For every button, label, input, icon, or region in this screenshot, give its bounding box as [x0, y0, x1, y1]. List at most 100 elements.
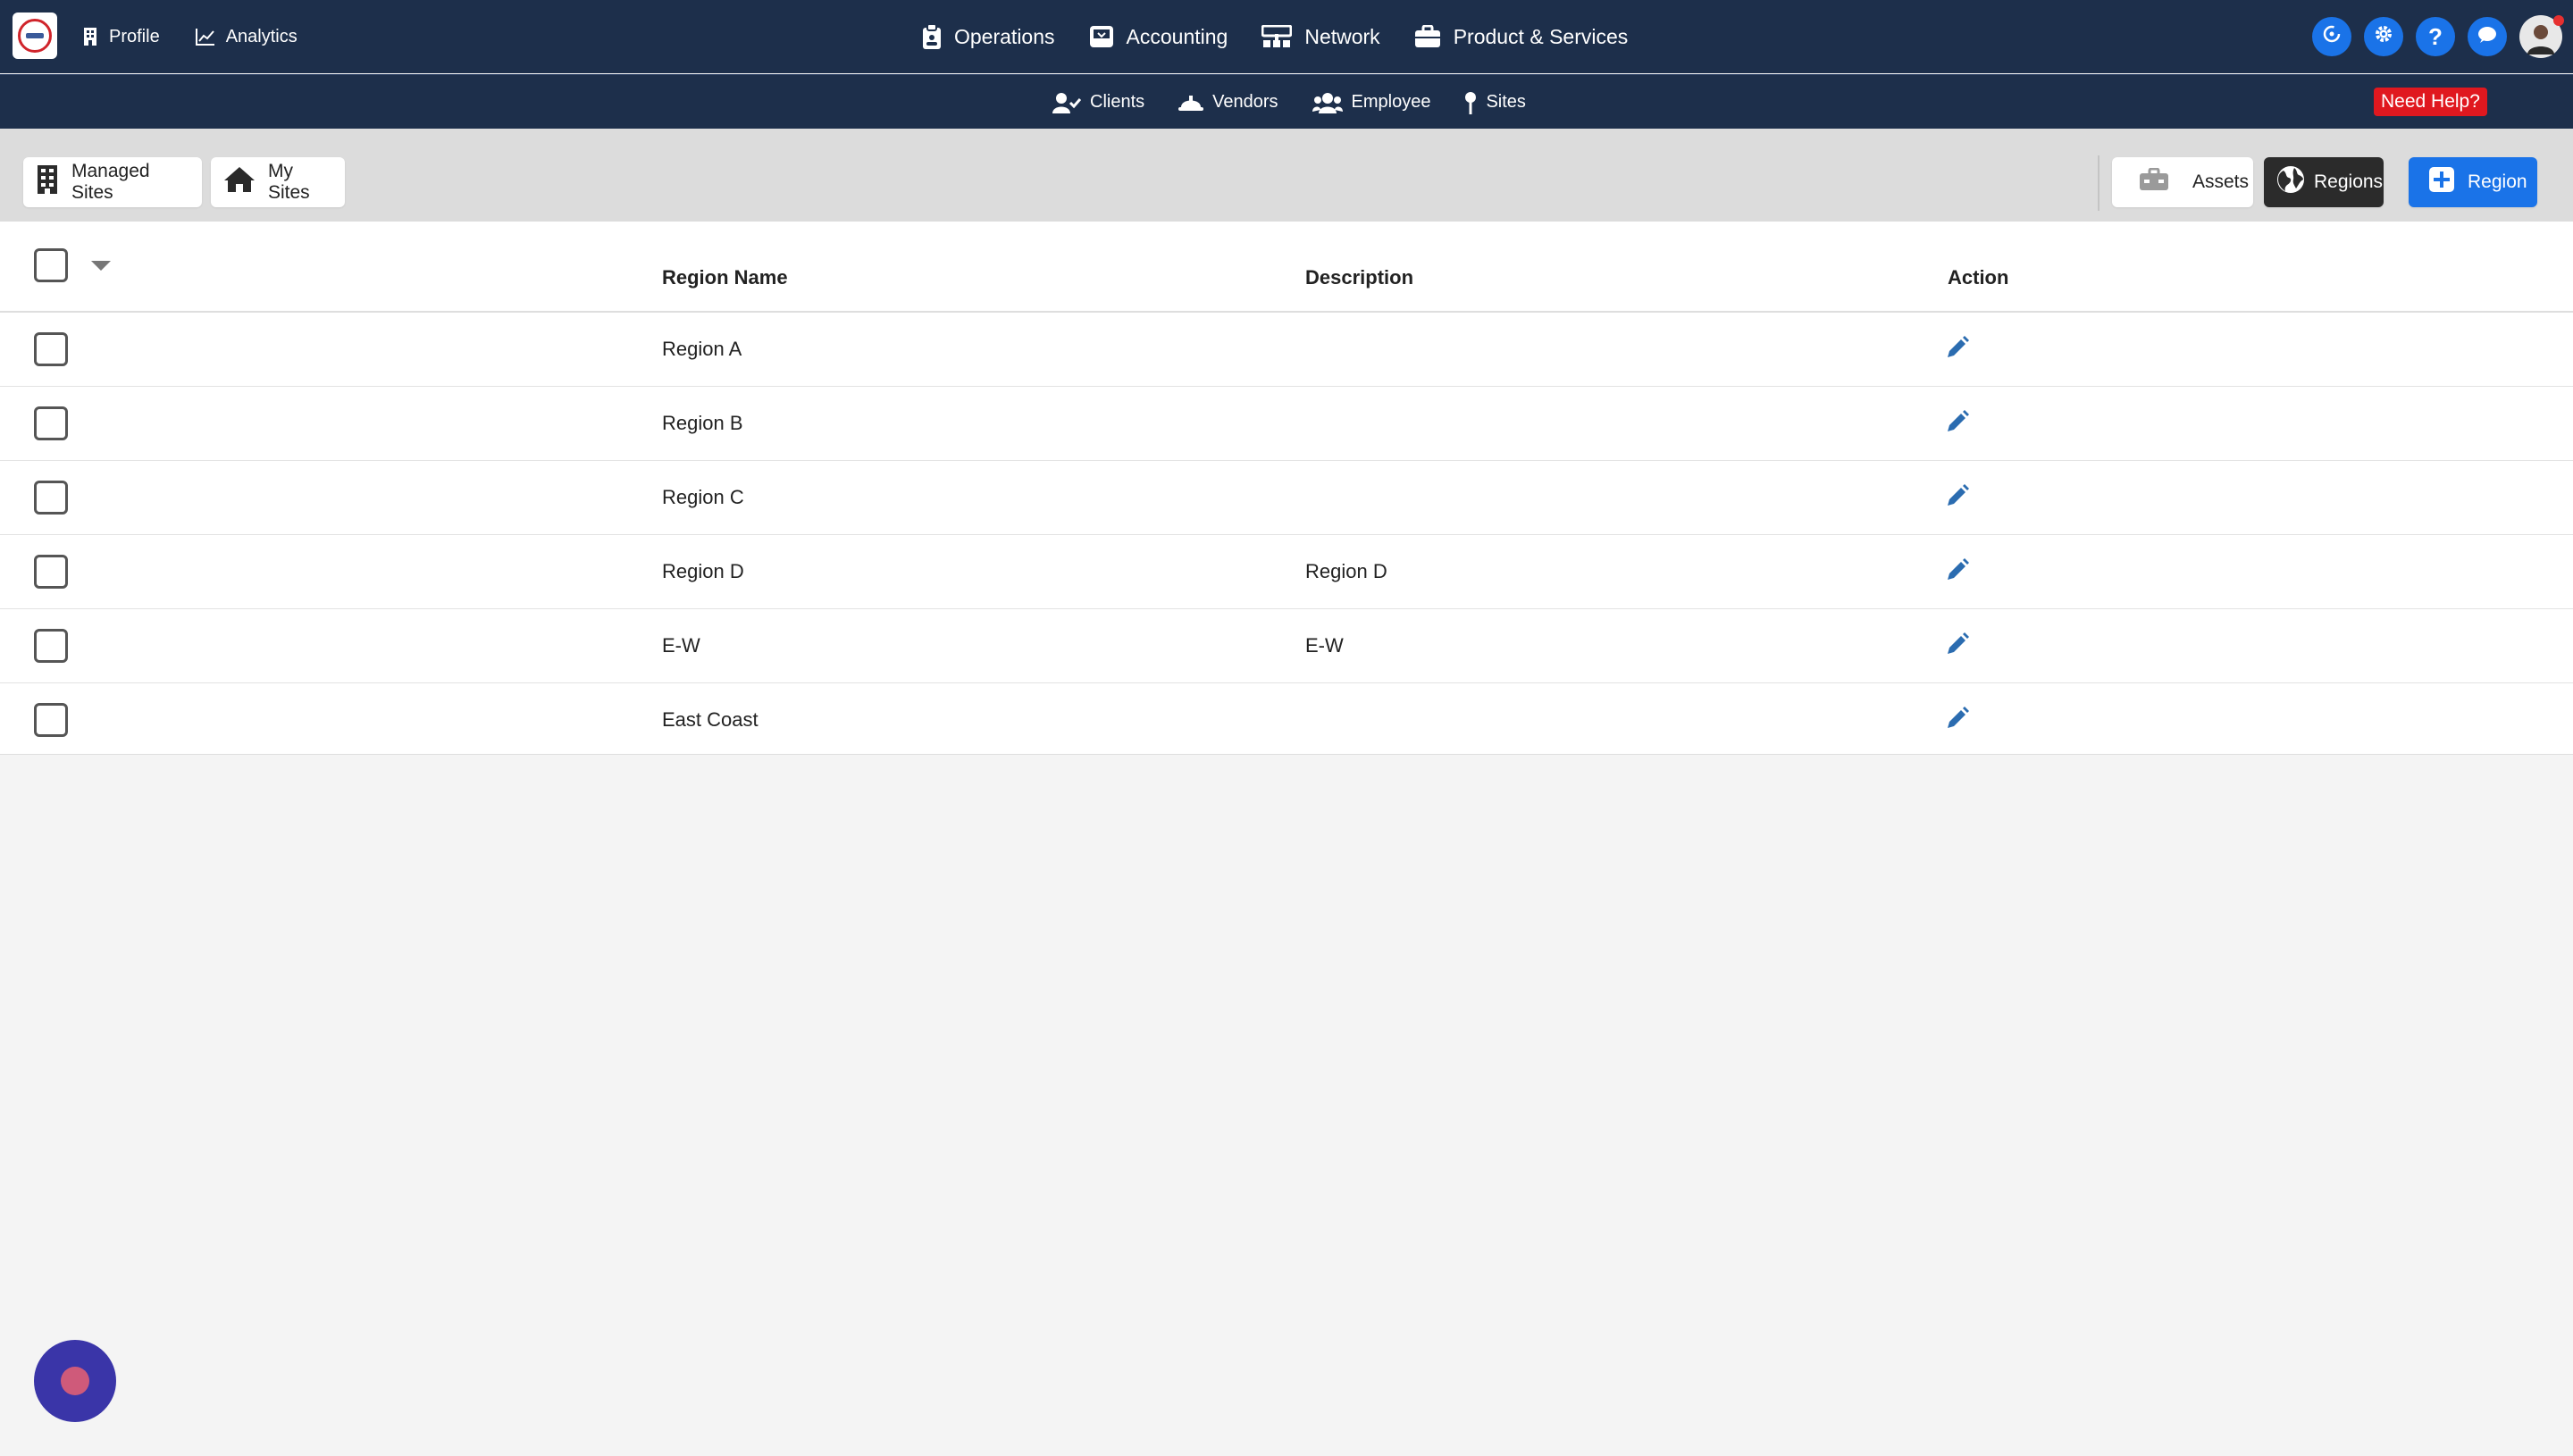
row-checkbox[interactable]	[34, 629, 68, 663]
network-icon	[1261, 25, 1293, 48]
question-icon: ?	[2428, 22, 2443, 50]
add-region-label: Region	[2468, 172, 2527, 192]
pencil-icon	[1948, 336, 1969, 357]
regions-table: Region Name Description Action Region A …	[0, 222, 2573, 755]
managed-sites-label: Managed Sites	[71, 161, 150, 203]
column-header-region-name[interactable]: Region Name	[662, 266, 788, 289]
managed-sites-button[interactable]: Managed Sites	[23, 157, 202, 207]
company-logo[interactable]	[13, 13, 57, 59]
chart-line-icon	[195, 28, 215, 46]
nav-vendors-label: Vendors	[1212, 92, 1278, 112]
table-header: Region Name Description Action	[0, 222, 2573, 313]
chat-widget-button[interactable]	[34, 1340, 116, 1422]
nav-operations-label: Operations	[954, 24, 1055, 48]
help-button[interactable]: ?	[2416, 17, 2455, 56]
pencil-icon	[1948, 707, 1969, 728]
region-name-cell: Region C	[662, 486, 744, 508]
edit-button[interactable]	[1946, 484, 1969, 512]
table-row: Region A	[0, 313, 2573, 387]
gear-icon	[2373, 23, 2394, 51]
building-icon	[82, 28, 98, 46]
description-cell: Region D	[1305, 560, 1387, 582]
assets-button[interactable]: Assets	[2112, 157, 2253, 207]
pencil-icon	[1948, 410, 1969, 431]
nav-employee-label: Employee	[1351, 92, 1431, 112]
description-cell: E-W	[1305, 634, 1344, 657]
user-avatar-icon	[2527, 25, 2554, 54]
top-navbar: Profile Analytics Operations Accounting	[0, 0, 2573, 73]
region-name-cell: E-W	[662, 634, 700, 657]
toolbox-icon	[2139, 167, 2169, 197]
row-checkbox[interactable]	[34, 481, 68, 515]
region-name-cell: Region A	[662, 338, 742, 360]
my-sites-button[interactable]: My Sites	[211, 157, 345, 207]
pin-icon	[1464, 91, 1477, 114]
nav-employee[interactable]: Employee	[1312, 92, 1431, 113]
chat-button[interactable]	[2468, 17, 2507, 56]
settings-button[interactable]	[2364, 17, 2403, 56]
nav-profile[interactable]: Profile	[82, 27, 160, 47]
inbox-icon	[1089, 24, 1114, 49]
edit-button[interactable]	[1946, 410, 1969, 438]
sync-button[interactable]	[2312, 17, 2351, 56]
chat-icon	[2477, 23, 2498, 51]
sync-icon	[2321, 23, 2343, 51]
region-name-cell: East Coast	[662, 708, 758, 731]
secondary-nav: Clients Vendors Employee Sites	[1052, 75, 1560, 130]
home-icon	[223, 166, 256, 198]
region-name-cell: Region D	[662, 560, 744, 582]
row-checkbox[interactable]	[34, 406, 68, 440]
table-row: E-W E-W	[0, 609, 2573, 683]
need-help-button[interactable]: Need Help?	[2374, 88, 2487, 116]
nav-accounting-label: Accounting	[1126, 24, 1228, 48]
toolbar-divider	[2098, 155, 2099, 211]
nav-product-services[interactable]: Product & Services	[1414, 25, 1628, 49]
main-nav: Operations Accounting Network Product & …	[922, 0, 1662, 73]
row-checkbox[interactable]	[34, 555, 68, 589]
chevron-down-icon[interactable]	[91, 261, 111, 271]
pencil-icon	[1948, 632, 1969, 654]
select-all-checkbox[interactable]	[34, 248, 68, 282]
nav-accounting[interactable]: Accounting	[1089, 24, 1228, 49]
nav-clients[interactable]: Clients	[1052, 92, 1144, 113]
pencil-icon	[1948, 558, 1969, 580]
nav-analytics-label: Analytics	[225, 26, 298, 46]
nav-profile-label: Profile	[109, 26, 160, 46]
nav-analytics[interactable]: Analytics	[195, 26, 298, 47]
row-checkbox[interactable]	[34, 703, 68, 737]
column-header-description[interactable]: Description	[1305, 266, 1413, 289]
clipboard-icon	[922, 24, 942, 49]
building-icon	[36, 165, 59, 199]
sites-toolbar: Managed Sites My Sites Assets Regions Re…	[0, 129, 2573, 222]
secondary-navbar: Clients Vendors Employee Sites Need Help…	[0, 74, 2573, 130]
nav-vendors[interactable]: Vendors	[1178, 92, 1278, 113]
add-region-button[interactable]: Region	[2409, 157, 2537, 207]
utility-nav: ?	[2312, 0, 2564, 73]
hardhat-icon	[1178, 94, 1204, 112]
nav-network[interactable]: Network	[1261, 24, 1380, 49]
globe-icon	[2276, 165, 2305, 199]
left-nav: Profile Analytics	[82, 0, 333, 73]
row-checkbox[interactable]	[34, 332, 68, 366]
nav-network-label: Network	[1304, 24, 1380, 48]
table-row: Region B	[0, 387, 2573, 461]
nav-sites[interactable]: Sites	[1464, 91, 1526, 114]
table-row: East Coast	[0, 683, 2573, 757]
record-dot-icon	[61, 1367, 89, 1395]
pencil-icon	[1948, 484, 1969, 506]
notification-dot	[2553, 15, 2564, 26]
plus-square-icon	[2428, 166, 2455, 198]
user-check-icon	[1052, 92, 1081, 113]
my-sites-label: My Sites	[268, 161, 310, 203]
user-avatar[interactable]	[2519, 15, 2564, 58]
nav-operations[interactable]: Operations	[922, 24, 1055, 49]
assets-label: Assets	[2192, 172, 2250, 192]
regions-button[interactable]: Regions	[2264, 157, 2384, 207]
nav-clients-label: Clients	[1090, 92, 1145, 112]
users-icon	[1312, 92, 1343, 113]
table-row: Region D Region D	[0, 535, 2573, 609]
edit-button[interactable]	[1946, 632, 1969, 660]
edit-button[interactable]	[1946, 707, 1969, 734]
edit-button[interactable]	[1946, 558, 1969, 586]
edit-button[interactable]	[1946, 336, 1969, 364]
